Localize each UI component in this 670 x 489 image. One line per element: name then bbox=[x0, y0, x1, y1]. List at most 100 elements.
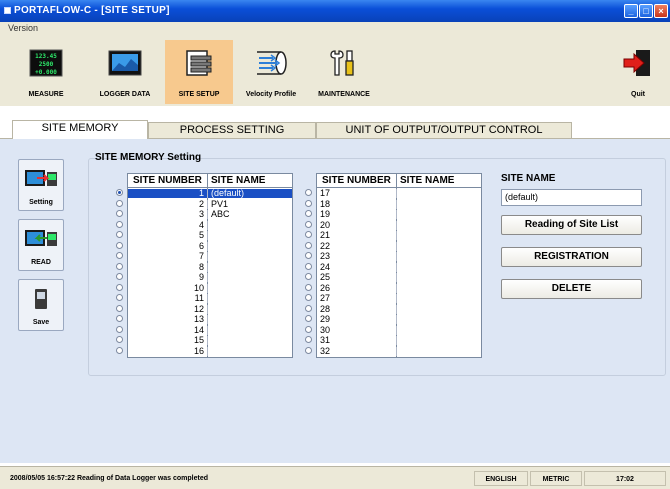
site-name-cell bbox=[396, 283, 481, 293]
table-row[interactable]: 5 bbox=[128, 231, 292, 240]
tab-process-setting[interactable]: PROCESS SETTING bbox=[148, 122, 316, 138]
table-row[interactable]: 16 bbox=[128, 346, 292, 356]
site-name-cell: PV1 bbox=[207, 199, 292, 209]
velocity-profile-label: Velocity Profile bbox=[245, 91, 297, 98]
table-row[interactable]: 7 bbox=[128, 252, 292, 261]
site-number-cell: 22 bbox=[320, 240, 331, 251]
site-radio[interactable] bbox=[305, 241, 312, 249]
table-row[interactable]: 18 bbox=[317, 199, 481, 209]
site-name-input[interactable]: (default) bbox=[501, 189, 642, 206]
read-button[interactable]: READ bbox=[18, 219, 64, 271]
site-radio[interactable] bbox=[305, 294, 312, 301]
minimize-button[interactable]: _ bbox=[624, 4, 638, 18]
site-radio[interactable] bbox=[116, 231, 123, 238]
logger-data-button[interactable]: LOGGER DATA bbox=[94, 40, 156, 104]
table-row[interactable]: 15 bbox=[128, 336, 292, 345]
site-radio[interactable] bbox=[116, 273, 123, 280]
site-radio[interactable] bbox=[305, 199, 312, 207]
site-radio[interactable] bbox=[116, 283, 123, 291]
table-row[interactable]: 1 (default) bbox=[128, 189, 292, 198]
site-table-right: SITE NUMBER SITE NAME 17 18 19 20 21 22 23 24 25… bbox=[316, 173, 482, 358]
site-radio[interactable] bbox=[305, 336, 312, 343]
site-radio[interactable] bbox=[116, 189, 123, 196]
site-number-cell: 20 bbox=[320, 219, 331, 230]
site-number-cell: 24 bbox=[320, 261, 331, 272]
velocity-profile-button[interactable]: Velocity Profile bbox=[240, 40, 302, 104]
site-radio[interactable] bbox=[305, 210, 312, 217]
table-row[interactable]: 12 bbox=[128, 304, 292, 314]
site-name-cell: ABC bbox=[207, 210, 292, 219]
site-radio[interactable] bbox=[116, 294, 123, 301]
site-radio[interactable] bbox=[116, 346, 123, 354]
table-row[interactable]: 24 bbox=[317, 261, 481, 272]
site-radio[interactable] bbox=[116, 210, 123, 217]
maintenance-button[interactable]: MAINTENANCE bbox=[312, 40, 376, 104]
table-row[interactable]: 28 bbox=[317, 303, 481, 314]
table-row[interactable]: 13 bbox=[128, 315, 292, 324]
site-radio[interactable] bbox=[305, 325, 312, 333]
table-row[interactable]: 4 bbox=[128, 220, 292, 230]
setting-transfer-icon bbox=[25, 170, 57, 186]
table-row[interactable]: 26 bbox=[317, 283, 481, 293]
site-radio[interactable] bbox=[305, 315, 312, 322]
table-row[interactable]: 17 bbox=[317, 189, 481, 198]
table-row[interactable]: 10 bbox=[128, 283, 292, 293]
table-row[interactable]: 3 ABC bbox=[128, 210, 292, 219]
setting-button[interactable]: Setting bbox=[18, 159, 64, 211]
site-name-cell bbox=[396, 252, 481, 261]
table-row[interactable]: 23 bbox=[317, 252, 481, 261]
site-radio[interactable] bbox=[116, 220, 123, 228]
site-radio[interactable] bbox=[305, 189, 312, 196]
tab-site-memory[interactable]: SITE MEMORY bbox=[12, 120, 148, 139]
site-radio[interactable] bbox=[116, 199, 123, 207]
table-row[interactable]: 20 bbox=[317, 219, 481, 230]
maximize-button[interactable]: □ bbox=[639, 4, 653, 18]
site-number-cell: 28 bbox=[320, 303, 331, 314]
reading-site-list-button[interactable]: Reading of Site List bbox=[501, 215, 642, 235]
table-row[interactable]: 19 bbox=[317, 210, 481, 219]
site-radio[interactable] bbox=[116, 325, 123, 333]
delete-button[interactable]: DELETE bbox=[501, 279, 642, 299]
tab-unit-output-control[interactable]: UNIT OF OUTPUT/OUTPUT CONTROL bbox=[316, 122, 572, 138]
site-radio[interactable] bbox=[116, 241, 123, 249]
site-radio[interactable] bbox=[305, 220, 312, 228]
table-row[interactable]: 11 bbox=[128, 294, 292, 303]
site-radio[interactable] bbox=[116, 304, 123, 312]
table-row[interactable]: 29 bbox=[317, 315, 481, 324]
table-row[interactable]: 2 PV1 bbox=[128, 199, 292, 209]
site-radio[interactable] bbox=[305, 273, 312, 280]
menu-version[interactable]: Version bbox=[8, 23, 38, 33]
table-row[interactable]: 25 bbox=[317, 273, 481, 282]
table-row[interactable]: 27 bbox=[317, 294, 481, 303]
save-button[interactable]: Save bbox=[18, 279, 64, 331]
table-row[interactable]: 22 bbox=[317, 240, 481, 251]
site-name-cell bbox=[396, 273, 481, 282]
quit-button[interactable]: Quit bbox=[618, 40, 658, 104]
table-row[interactable]: 30 bbox=[317, 325, 481, 335]
table-row[interactable]: 6 bbox=[128, 241, 292, 251]
registration-button[interactable]: REGISTRATION bbox=[501, 247, 642, 267]
table-row[interactable]: 14 bbox=[128, 325, 292, 335]
site-radio[interactable] bbox=[305, 304, 312, 312]
table-row[interactable]: 9 bbox=[128, 273, 292, 282]
site-radio[interactable] bbox=[305, 252, 312, 259]
measure-button[interactable]: 123.45 2500 +0.000 MEASURE bbox=[22, 40, 70, 104]
site-radio[interactable] bbox=[116, 336, 123, 343]
table-row[interactable]: 21 bbox=[317, 231, 481, 240]
site-setup-button[interactable]: SITE SETUP bbox=[165, 40, 233, 104]
read-label: READ bbox=[31, 259, 51, 266]
site-radio[interactable] bbox=[305, 346, 312, 354]
site-radio[interactable] bbox=[305, 262, 312, 270]
site-radio[interactable] bbox=[305, 231, 312, 238]
close-button[interactable]: × bbox=[654, 4, 668, 18]
app-icon[interactable] bbox=[4, 7, 11, 14]
table-row[interactable]: 31 bbox=[317, 336, 481, 345]
table-row[interactable]: 32 bbox=[317, 346, 481, 356]
site-radio[interactable] bbox=[116, 315, 123, 322]
site-radio[interactable] bbox=[116, 252, 123, 259]
site-name-cell bbox=[207, 346, 292, 356]
site-name-cell bbox=[207, 220, 292, 230]
site-radio[interactable] bbox=[305, 283, 312, 291]
site-radio[interactable] bbox=[116, 262, 123, 270]
table-row[interactable]: 8 bbox=[128, 262, 292, 272]
